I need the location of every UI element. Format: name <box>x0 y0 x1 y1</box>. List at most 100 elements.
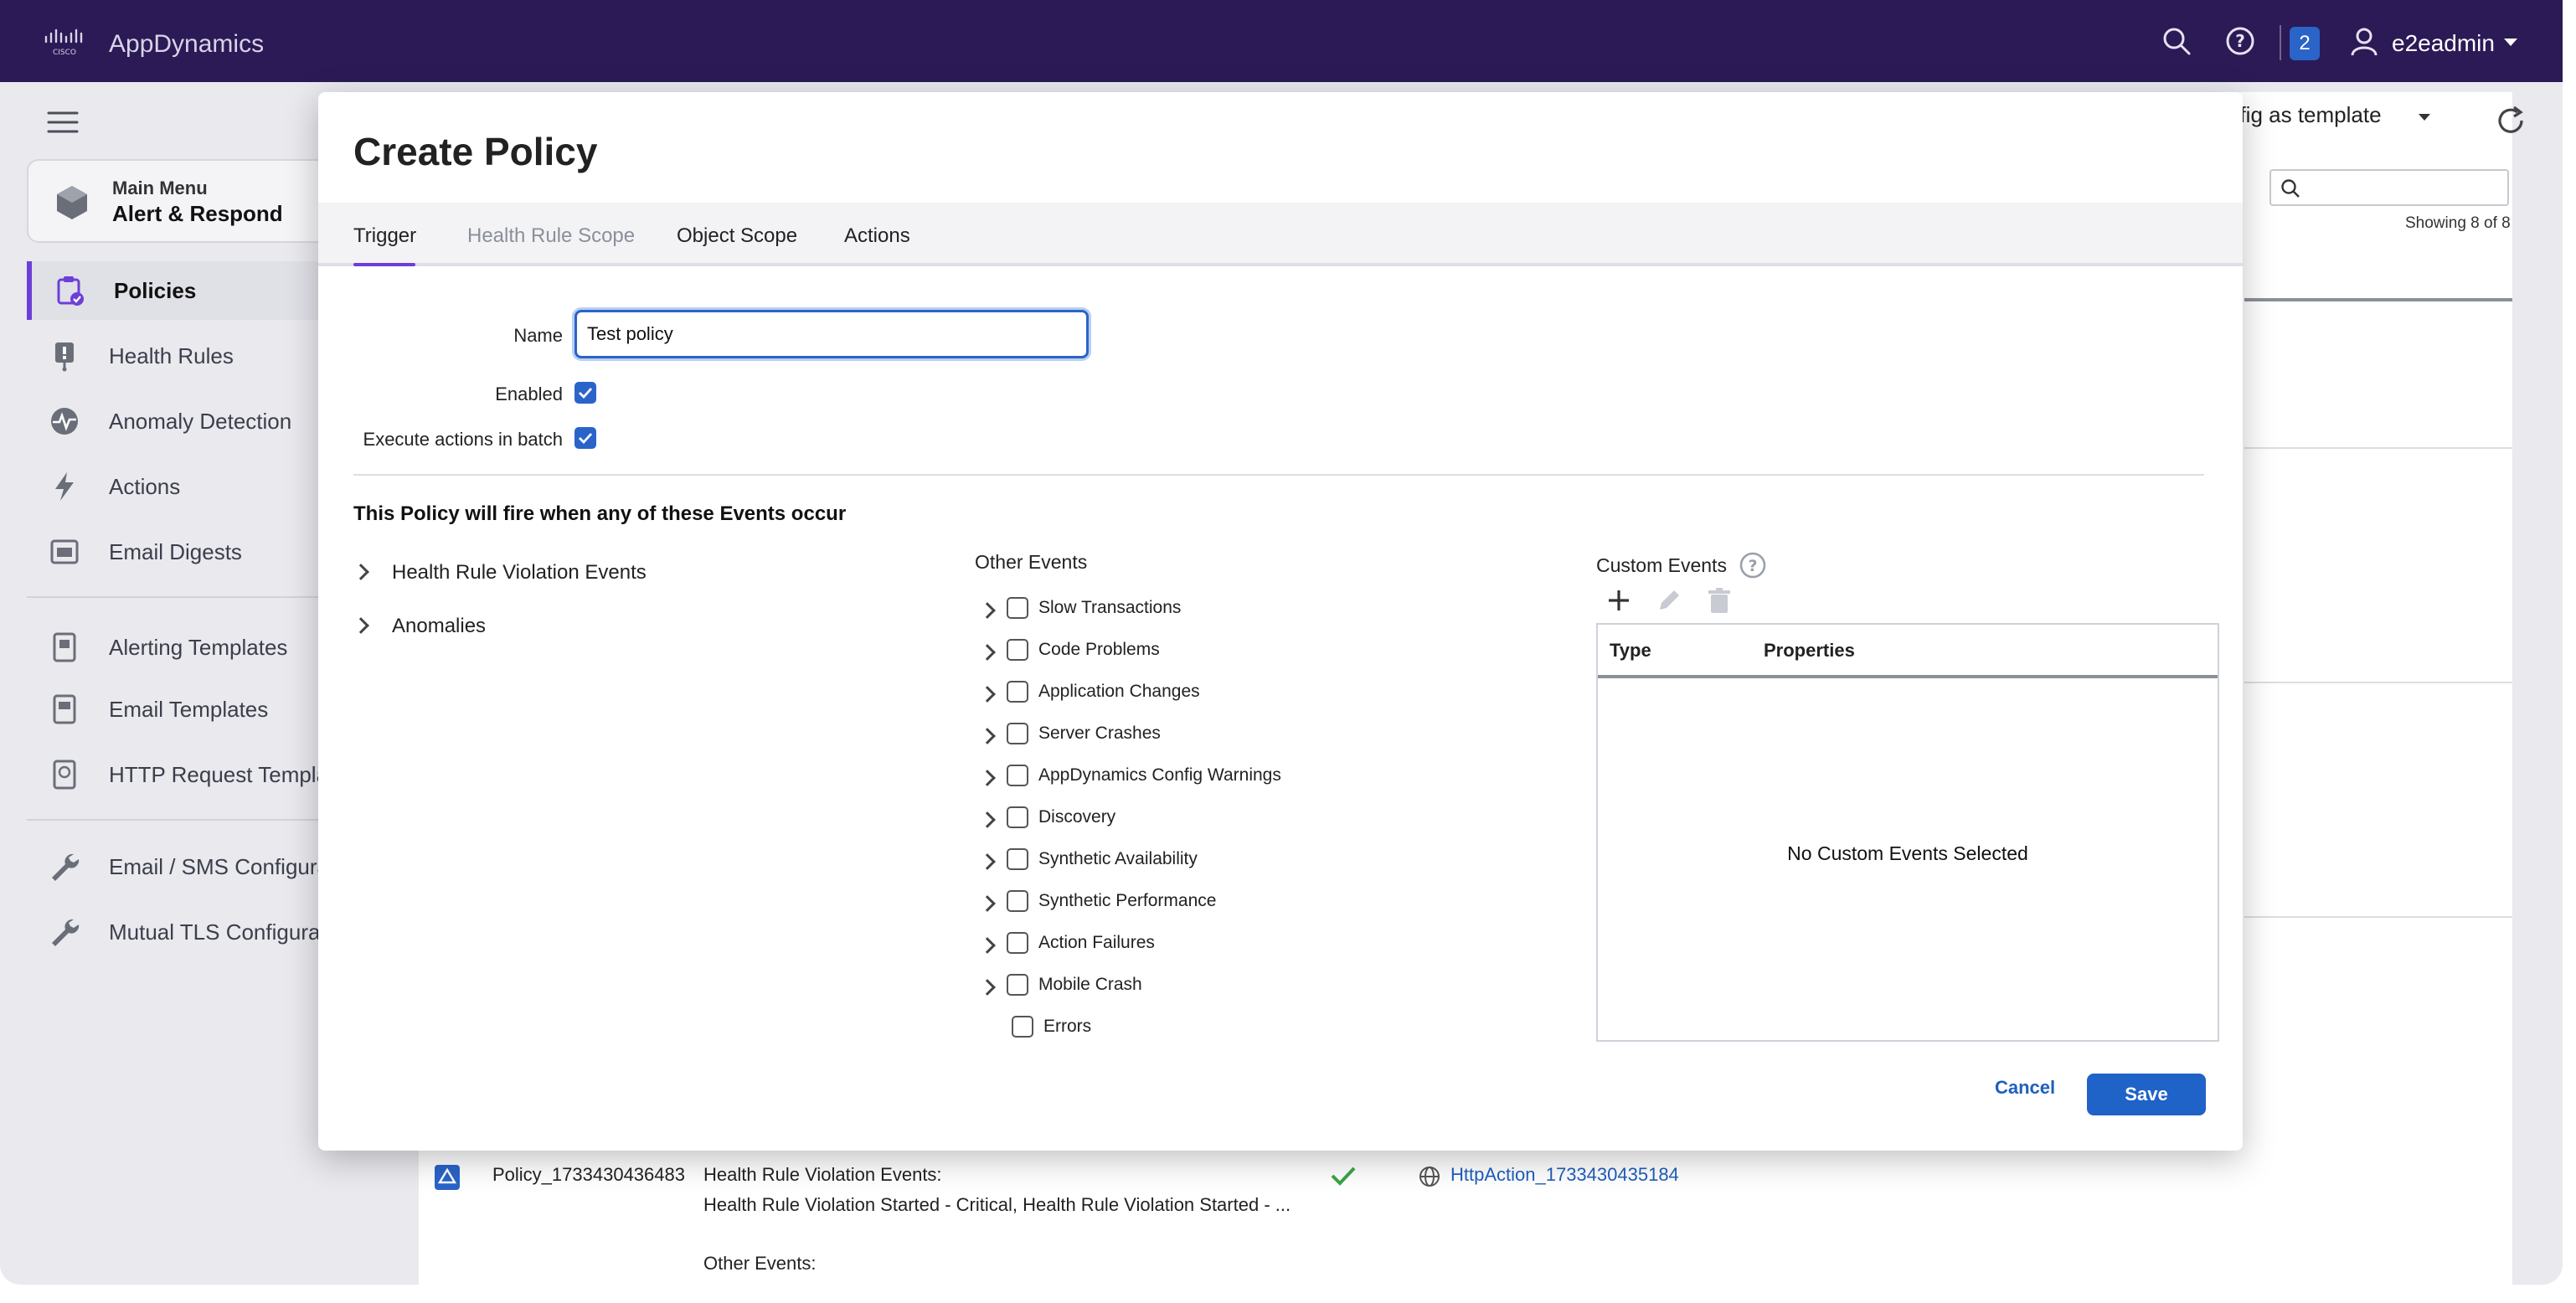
active-tab-indicator <box>353 263 415 266</box>
event-label: Server Crashes <box>1038 724 1161 743</box>
code-problems-checkbox[interactable] <box>1007 639 1028 661</box>
empty-state-message: No Custom Events Selected <box>1787 842 2028 864</box>
globe-icon <box>1419 1167 1440 1187</box>
hamburger-menu-icon[interactable] <box>47 111 79 134</box>
application-changes-checkbox[interactable] <box>1007 681 1028 703</box>
form-divider <box>353 474 2204 476</box>
synthetic-availability-checkbox[interactable] <box>1007 848 1028 870</box>
check-icon <box>579 388 593 399</box>
tree-item-anomalies[interactable]: Anomalies <box>392 615 486 638</box>
main-menu-button[interactable]: Main Menu Alert & Respond <box>27 159 345 243</box>
alert-respond-icon <box>57 186 87 219</box>
discovery-checkbox[interactable] <box>1007 806 1028 828</box>
policy-row-icon <box>435 1165 460 1190</box>
name-label: Name <box>513 325 563 346</box>
template-icon <box>53 632 76 662</box>
search-icon[interactable] <box>2161 25 2192 57</box>
chevron-right-icon[interactable] <box>979 811 996 828</box>
event-label: AppDynamics Config Warnings <box>1038 765 1281 785</box>
execute-batch-checkbox[interactable] <box>574 427 596 449</box>
save-button[interactable]: Save <box>2087 1074 2206 1115</box>
table-row-divider <box>2244 682 2512 683</box>
email-digest-icon <box>50 539 79 564</box>
main-menu-section: Alert & Respond <box>112 201 283 226</box>
lightning-icon <box>55 472 74 501</box>
chevron-right-icon[interactable] <box>353 564 369 580</box>
user-menu-caret-icon[interactable] <box>2504 39 2517 46</box>
event-label: Discovery <box>1038 807 1116 827</box>
edit-pencil-icon[interactable] <box>1655 586 1683 615</box>
event-label: Synthetic Availability <box>1038 849 1198 868</box>
errors-checkbox[interactable] <box>1012 1016 1033 1038</box>
chevron-right-icon[interactable] <box>979 686 996 703</box>
chevron-right-icon[interactable] <box>979 770 996 786</box>
event-label: Application Changes <box>1038 682 1200 701</box>
sidebar-item-label: Alerting Templates <box>109 635 288 660</box>
user-name[interactable]: e2eadmin <box>2392 30 2495 57</box>
tab-trigger[interactable]: Trigger <box>353 224 416 248</box>
action-failures-checkbox[interactable] <box>1007 932 1028 954</box>
tab-actions[interactable]: Actions <box>844 224 910 248</box>
server-crashes-checkbox[interactable] <box>1007 723 1028 744</box>
sidebar-item-label: Health Rules <box>109 343 234 368</box>
showing-count: Showing 8 of 8 <box>2405 214 2511 232</box>
custom-events-table: Type Properties No Custom Events Selecte… <box>1596 623 2219 1042</box>
mobile-crash-checkbox[interactable] <box>1007 974 1028 996</box>
sidebar-item-alerting-templates[interactable]: Alerting Templates <box>27 618 328 677</box>
add-icon[interactable] <box>1605 586 1633 615</box>
help-icon[interactable]: ? <box>1739 551 1767 579</box>
chevron-right-icon[interactable] <box>979 728 996 744</box>
slow-transactions-checkbox[interactable] <box>1007 597 1028 619</box>
anomaly-detection-icon <box>51 408 78 435</box>
chevron-right-icon[interactable] <box>979 644 996 661</box>
config-warnings-checkbox[interactable] <box>1007 765 1028 786</box>
list-search-input[interactable] <box>2269 169 2509 206</box>
column-header-type[interactable]: Type <box>1610 640 1651 662</box>
chevron-right-icon[interactable] <box>353 617 369 634</box>
sidebar-item-anomaly-detection[interactable]: Anomaly Detection <box>27 392 328 451</box>
chevron-right-icon[interactable] <box>979 602 996 619</box>
sidebar-item-label: Actions <box>109 474 181 499</box>
execute-batch-label: Execute actions in batch <box>363 429 563 450</box>
chevron-right-icon[interactable] <box>979 853 996 870</box>
user-icon[interactable] <box>2350 27 2378 57</box>
cancel-button[interactable]: Cancel <box>1995 1077 2055 1099</box>
refresh-icon[interactable] <box>2494 104 2527 137</box>
app-name: AppDynamics <box>109 30 265 58</box>
custom-events-title: Custom Events <box>1596 554 1727 576</box>
synthetic-performance-checkbox[interactable] <box>1007 890 1028 912</box>
policy-name-input[interactable] <box>574 310 1089 358</box>
sidebar-item-policies[interactable]: Policies <box>27 261 328 320</box>
config-dropdown-caret-icon[interactable] <box>2419 114 2430 121</box>
chevron-right-icon[interactable] <box>979 895 996 912</box>
sidebar-item-label: Email Digests <box>109 539 242 564</box>
sidebar-item-label: Email / SMS Configurat <box>109 854 336 879</box>
enabled-checkbox[interactable] <box>574 382 596 404</box>
sidebar-item-label: HTTP Request Templat <box>109 762 335 787</box>
policy-events-line: Health Rule Violation Events: <box>703 1164 942 1185</box>
sidebar-item-email-digests[interactable]: Email Digests <box>27 523 328 581</box>
sidebar-item-http-request-templates[interactable]: HTTP Request Templat <box>27 745 334 804</box>
column-header-properties[interactable]: Properties <box>1764 640 1855 662</box>
chevron-right-icon[interactable] <box>979 937 996 954</box>
tab-object-scope[interactable]: Object Scope <box>677 224 797 248</box>
other-events-title: Other Events <box>975 551 1088 573</box>
config-as-template-button[interactable]: nfig as template <box>2228 102 2382 128</box>
help-icon[interactable]: ? <box>2224 25 2256 57</box>
trash-icon[interactable] <box>1705 586 1734 615</box>
policy-events-line: Health Rule Violation Started - Critical… <box>703 1194 1291 1215</box>
sidebar-item-health-rules[interactable]: Health Rules <box>27 327 328 385</box>
policy-action-link[interactable]: HttpAction_1733430435184 <box>1450 1164 1679 1186</box>
table-row-divider <box>2244 447 2512 449</box>
sidebar-item-mutual-tls-configuration[interactable]: Mutual TLS Configurati <box>27 903 331 961</box>
sidebar-item-email-sms-configuration[interactable]: Email / SMS Configurat <box>27 837 335 896</box>
notification-badge[interactable]: 2 <box>2290 27 2320 60</box>
sidebar-item-actions[interactable]: Actions <box>27 457 328 516</box>
table-row[interactable]: Policy_1733430436483 Health Rule Violati… <box>419 1147 2261 1285</box>
create-policy-dialog: Create Policy Trigger Health Rule Scope … <box>318 92 2243 1151</box>
chevron-right-icon[interactable] <box>979 979 996 996</box>
sidebar-item-email-templates[interactable]: Email Templates <box>27 680 328 739</box>
tab-health-rule-scope[interactable]: Health Rule Scope <box>467 224 635 248</box>
events-section-title: This Policy will fire when any of these … <box>353 502 847 525</box>
tree-item-health-rule-violation-events[interactable]: Health Rule Violation Events <box>392 561 647 585</box>
